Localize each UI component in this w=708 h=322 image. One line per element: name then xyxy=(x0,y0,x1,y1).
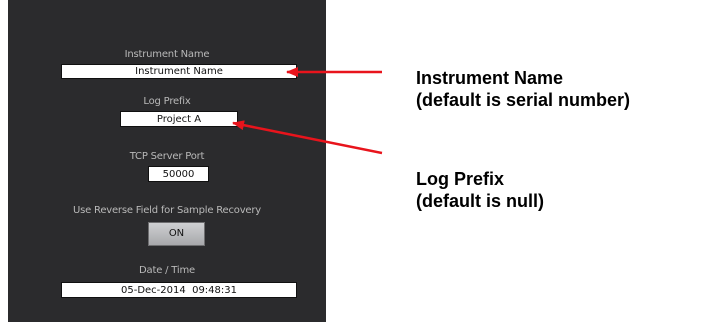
instrument-name-annotation-line2: (default is serial number) xyxy=(416,90,631,110)
instrument-name-annotation: Instrument Name (default is serial numbe… xyxy=(416,67,630,111)
log-prefix-annotation: Log Prefix (default is null) xyxy=(416,168,544,212)
log-prefix-annotation-line2: (default is null) xyxy=(416,191,544,211)
instrument-name-annotation-line1: Instrument Name xyxy=(416,68,564,88)
log-prefix-annotation-line1: Log Prefix xyxy=(416,169,505,189)
annotation-arrows xyxy=(232,67,383,155)
log-prefix-arrow xyxy=(232,120,383,155)
